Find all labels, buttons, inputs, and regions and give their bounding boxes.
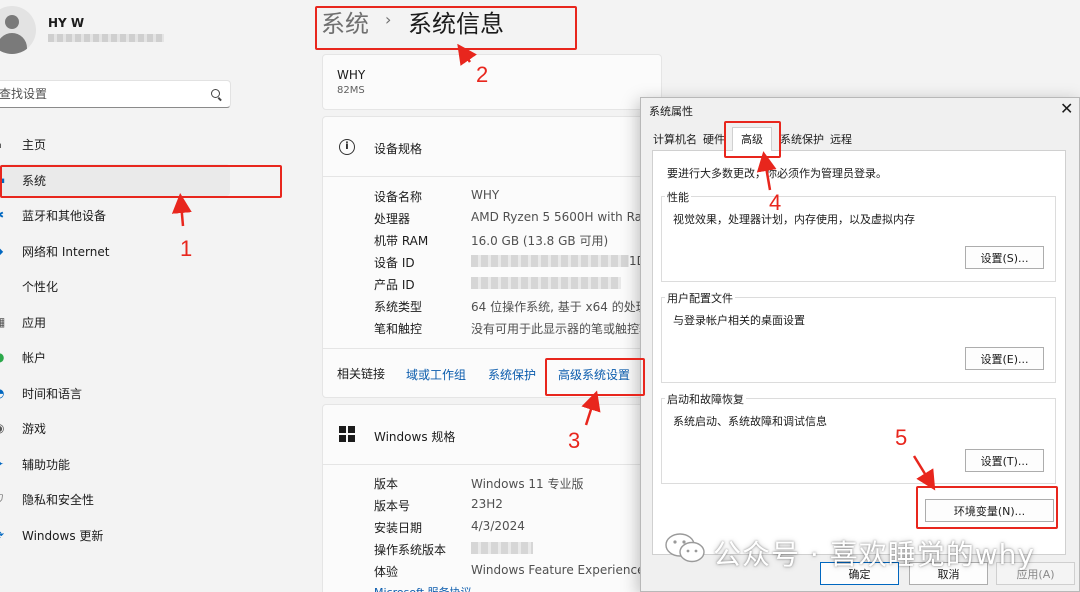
annotation-number-5: 5 <box>895 425 908 450</box>
annotation-number-1: 1 <box>180 236 193 261</box>
annotation-number-2: 2 <box>476 62 489 87</box>
annotation-number-4: 4 <box>769 190 782 215</box>
annotation-arrows <box>171 43 936 491</box>
watermark-text: 公众号 · 喜欢睡觉的why <box>713 538 1035 571</box>
wechat-logo-icon <box>665 533 705 563</box>
annotation-number-3: 3 <box>568 428 581 453</box>
